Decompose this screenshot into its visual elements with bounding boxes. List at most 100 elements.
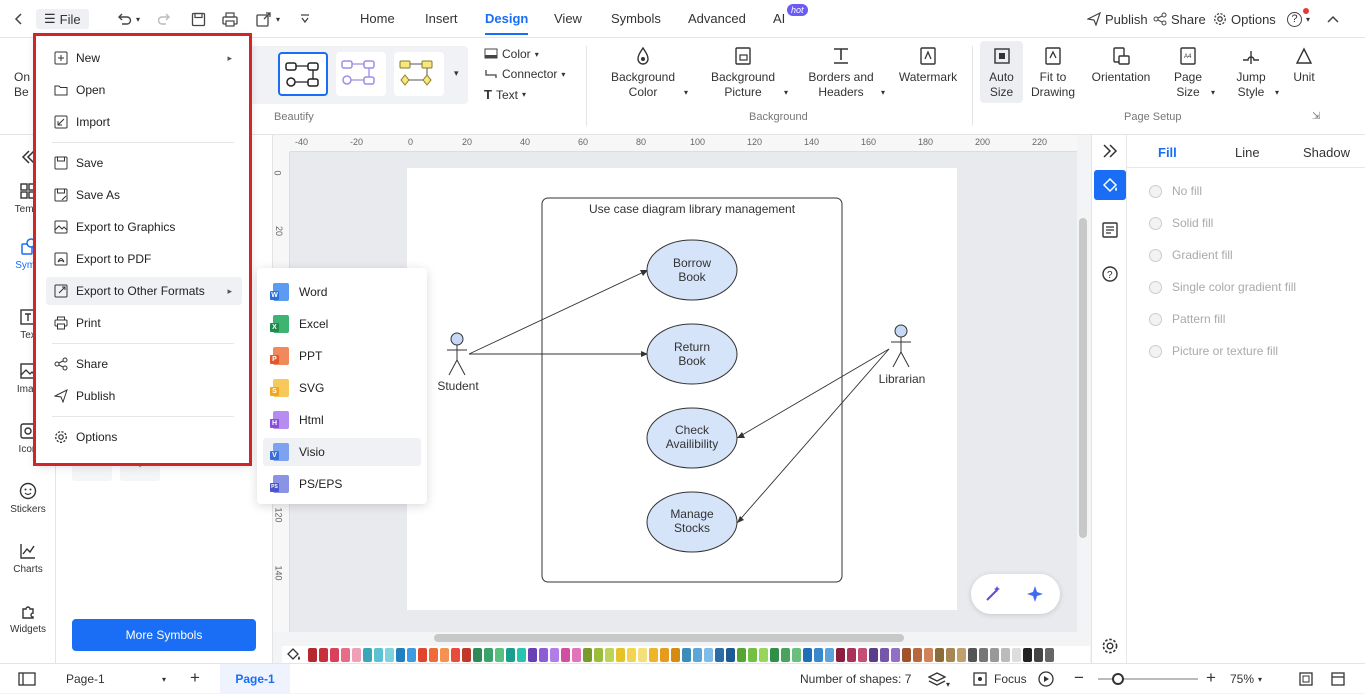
style-option-selected[interactable] [278, 52, 328, 96]
color-swatch[interactable] [803, 648, 812, 662]
charts-tool[interactable]: Charts [0, 541, 56, 575]
color-swatch[interactable] [462, 648, 471, 662]
color-dropdown[interactable]: Color ▾ [484, 47, 539, 61]
tab-view[interactable]: View [554, 11, 582, 26]
tab-line[interactable]: Line [1235, 145, 1260, 160]
help-button[interactable]: ? ▾ [1287, 8, 1310, 29]
background-picture-button[interactable]: Background Picture [704, 46, 782, 100]
zoom-out-button[interactable]: − [1074, 668, 1084, 688]
color-swatch[interactable] [682, 648, 691, 662]
layers-icon[interactable]: ▾ [927, 671, 950, 690]
color-swatch[interactable] [1034, 648, 1043, 662]
color-swatch[interactable] [660, 648, 669, 662]
color-swatch[interactable] [495, 648, 504, 662]
widgets-tool[interactable]: Widgets [0, 601, 56, 635]
page-selector-dropdown[interactable]: Page-1 ▾ [56, 664, 176, 694]
color-swatch[interactable] [308, 648, 317, 662]
unit-button[interactable]: Unit [1286, 46, 1322, 85]
connector-dropdown[interactable]: Connector ▾ [484, 67, 565, 81]
color-swatch[interactable] [330, 648, 339, 662]
color-swatch[interactable] [825, 648, 834, 662]
color-swatch[interactable] [1045, 648, 1054, 662]
page-setup-expand-icon[interactable]: ⇲ [1312, 111, 1320, 122]
export-icon[interactable]: ▾ [256, 9, 280, 29]
help-circle-icon[interactable]: ? [1101, 265, 1119, 286]
color-swatch[interactable] [759, 648, 768, 662]
page-size-button[interactable]: A4 Page Size [1165, 46, 1211, 100]
color-swatch[interactable] [528, 648, 537, 662]
fill-option-gradient[interactable]: Gradient fill [1149, 248, 1233, 262]
file-menu-button[interactable]: ☰ File [36, 9, 89, 29]
zoom-in-button[interactable]: + [1206, 668, 1216, 688]
zoom-level-dropdown[interactable]: 75% ▾ [1230, 664, 1280, 694]
play-icon[interactable] [1038, 671, 1054, 690]
watermark-button[interactable]: Watermark [895, 46, 961, 85]
fill-style-tool[interactable] [1094, 170, 1126, 200]
color-swatch[interactable] [561, 648, 570, 662]
gallery-expand-icon[interactable]: ▾ [454, 68, 459, 79]
color-swatch[interactable] [891, 648, 900, 662]
color-swatch[interactable] [616, 648, 625, 662]
color-swatch[interactable] [484, 648, 493, 662]
save-icon[interactable] [191, 9, 206, 29]
horizontal-scrollbar[interactable] [434, 634, 904, 642]
undo-icon[interactable]: ▾ [116, 9, 140, 29]
orientation-button[interactable]: Orientation [1086, 46, 1156, 85]
fill-option-no-fill[interactable]: No fill [1149, 184, 1202, 198]
color-swatch[interactable] [605, 648, 614, 662]
export-excel[interactable]: X Excel [263, 310, 421, 338]
color-swatch[interactable] [935, 648, 944, 662]
magic-wand-icon[interactable] [983, 584, 1003, 607]
color-swatch[interactable] [440, 648, 449, 662]
stickers-tool[interactable]: Stickers [0, 481, 56, 515]
vertical-scrollbar[interactable] [1079, 218, 1087, 538]
fill-option-single-gradient[interactable]: Single color gradient fill [1149, 280, 1296, 294]
color-swatch[interactable] [583, 648, 592, 662]
color-swatch[interactable] [858, 648, 867, 662]
jump-style-button[interactable]: Jump Style [1228, 46, 1274, 100]
export-html[interactable]: H Html [263, 406, 421, 434]
color-swatch[interactable] [319, 648, 328, 662]
color-swatch[interactable] [638, 648, 647, 662]
color-swatch[interactable] [847, 648, 856, 662]
color-swatch[interactable] [968, 648, 977, 662]
color-swatch[interactable] [352, 648, 361, 662]
color-swatch[interactable] [880, 648, 889, 662]
color-swatch[interactable] [627, 648, 636, 662]
tab-ai[interactable]: AI [773, 11, 785, 26]
fill-bucket-icon[interactable] [286, 647, 302, 664]
color-swatch[interactable] [572, 648, 581, 662]
tab-insert[interactable]: Insert [425, 11, 458, 26]
tab-symbols[interactable]: Symbols [611, 11, 661, 26]
color-swatch[interactable] [341, 648, 350, 662]
color-swatch[interactable] [704, 648, 713, 662]
jump-style-dropdown-icon[interactable]: ▾ [1275, 88, 1279, 97]
color-swatch[interactable] [374, 648, 383, 662]
color-swatch[interactable] [1023, 648, 1032, 662]
color-swatch[interactable] [946, 648, 955, 662]
ai-sparkle-icon[interactable] [1025, 584, 1045, 607]
color-swatch[interactable] [517, 648, 526, 662]
color-swatch[interactable] [506, 648, 515, 662]
color-swatch[interactable] [957, 648, 966, 662]
page-layout-icon[interactable] [18, 672, 36, 689]
color-swatch[interactable] [539, 648, 548, 662]
drawing-page[interactable]: Use case diagram library management Stud… [407, 168, 957, 610]
color-swatch[interactable] [770, 648, 779, 662]
focus-mode-button[interactable]: Focus [972, 671, 1027, 687]
color-swatch[interactable] [924, 648, 933, 662]
tab-home[interactable]: Home [360, 11, 395, 26]
more-symbols-button[interactable]: More Symbols [72, 619, 256, 651]
color-swatch[interactable] [792, 648, 801, 662]
fit-page-icon[interactable] [1298, 671, 1314, 690]
color-swatch[interactable] [869, 648, 878, 662]
export-visio[interactable]: V Visio [263, 438, 421, 466]
color-swatch[interactable] [473, 648, 482, 662]
page-size-dropdown-icon[interactable]: ▾ [1211, 88, 1215, 97]
color-swatch[interactable] [429, 648, 438, 662]
color-swatch[interactable] [726, 648, 735, 662]
librarian-actor[interactable] [891, 324, 911, 368]
page-tab[interactable]: Page-1 [220, 664, 290, 694]
export-ppt[interactable]: P PPT [263, 342, 421, 370]
auto-size-button[interactable]: Auto Size [980, 41, 1023, 103]
